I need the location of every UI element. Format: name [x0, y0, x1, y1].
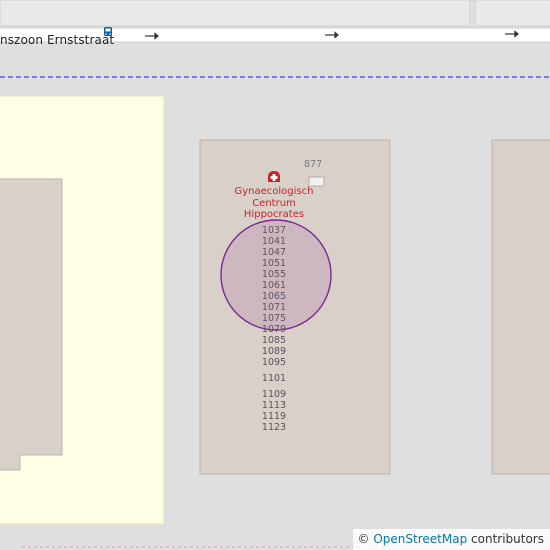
house-number-label: 1055 [261, 269, 287, 280]
house-number-label: 1123 [261, 422, 287, 433]
poi-name-line: Centrum [252, 197, 296, 209]
house-number-label: 1079 [261, 324, 287, 335]
house-number-label: 1065 [261, 291, 287, 302]
house-number-label: 1075 [261, 313, 287, 324]
house-number-label: 1047 [261, 247, 287, 258]
road-top-left [0, 0, 471, 27]
attribution-suffix: contributors [467, 532, 544, 546]
house-number-label: 1041 [261, 236, 287, 247]
house-number-label: 1071 [261, 302, 287, 313]
house-number-label: 1113 [261, 400, 287, 411]
road-top-right [474, 0, 550, 27]
house-number-label: 1095 [261, 357, 287, 368]
entrance-marker [308, 176, 325, 187]
house-number-label: 1089 [261, 346, 287, 357]
poi-name-line: Hippocrates [243, 209, 305, 220]
house-number-label: 1037 [261, 225, 287, 236]
map-attribution: © OpenStreetMap contributors [352, 529, 550, 550]
house-number-label: 1119 [261, 411, 287, 422]
house-number-label: 1101 [261, 373, 287, 384]
house-number-label: 877 [304, 159, 323, 170]
copyright-symbol: © [357, 532, 370, 546]
house-number-label: 1051 [261, 258, 287, 269]
house-number-label: 1109 [261, 389, 287, 400]
house-number-label: 1061 [261, 280, 287, 291]
house-number-label: 1085 [261, 335, 287, 346]
medical-cross-icon[interactable] [268, 171, 280, 182]
osm-attribution-link[interactable]: OpenStreetMap [373, 532, 467, 546]
poi-name-line: Gynaecologisch [234, 186, 314, 197]
street-label: nszoon Ernststraat [0, 33, 115, 47]
building-left [0, 178, 63, 471]
poi-name-label[interactable]: Gynaecologisch Centrum Hippocrates [228, 186, 320, 221]
building-right [491, 139, 550, 475]
